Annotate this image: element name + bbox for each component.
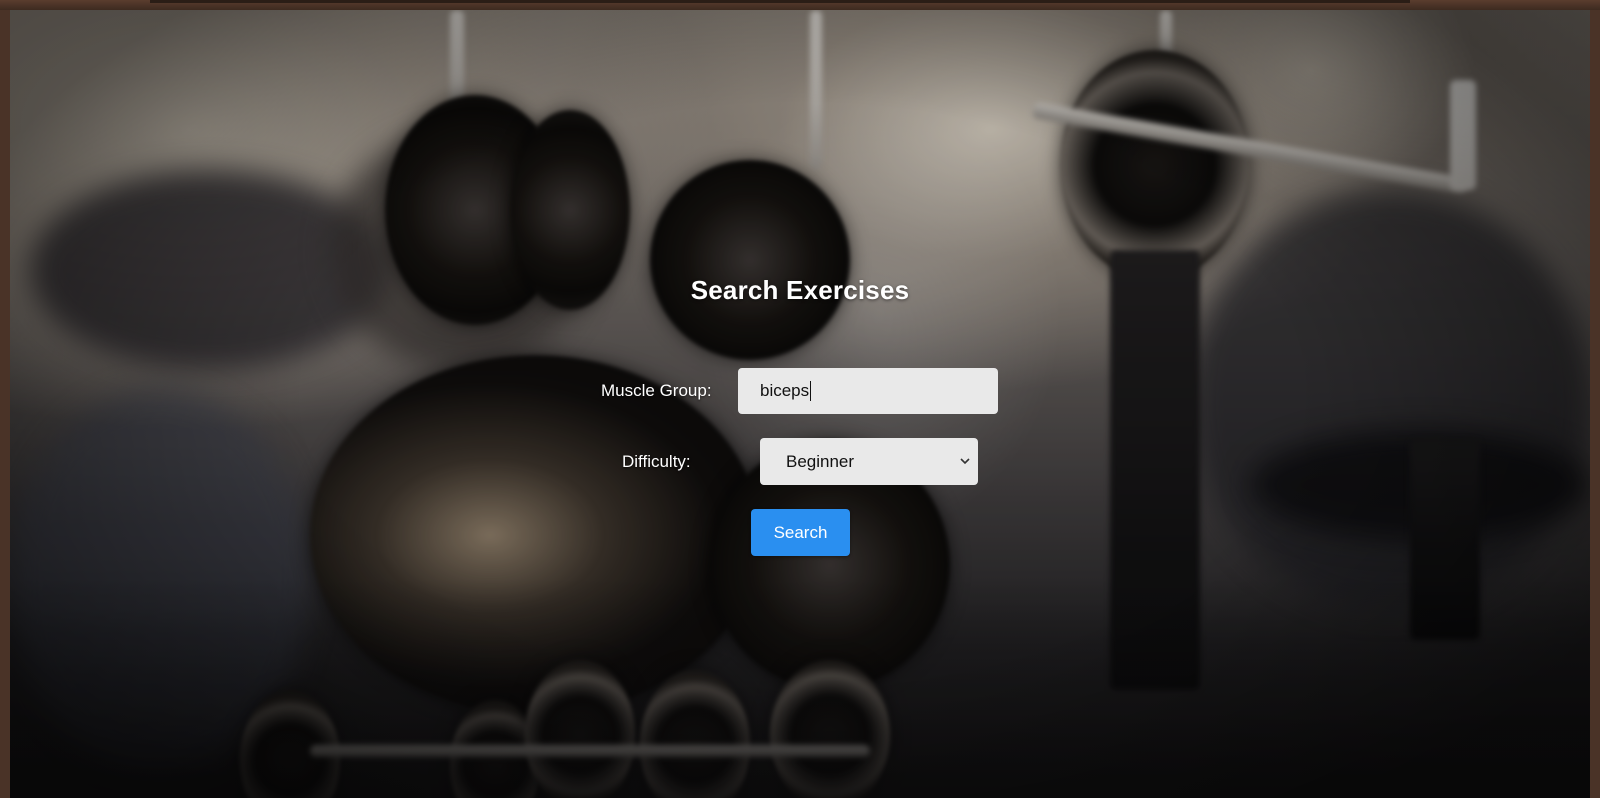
difficulty-selected-value: Beginner bbox=[786, 451, 855, 471]
muscle-group-input[interactable]: biceps bbox=[738, 368, 998, 414]
difficulty-label: Difficulty: bbox=[622, 452, 691, 471]
text-cursor bbox=[810, 381, 812, 401]
chevron-down-icon bbox=[960, 458, 970, 465]
search-button[interactable]: Search bbox=[751, 509, 850, 556]
muscle-group-value: biceps bbox=[760, 381, 810, 400]
difficulty-select[interactable]: Beginner bbox=[760, 438, 978, 485]
page-title: Search Exercises bbox=[690, 275, 910, 305]
app-window: Search Exercises Muscle Group: biceps Di… bbox=[0, 0, 1600, 798]
search-form: Search Exercises Muscle Group: biceps Di… bbox=[0, 0, 1600, 798]
muscle-group-label: Muscle Group: bbox=[601, 381, 712, 400]
